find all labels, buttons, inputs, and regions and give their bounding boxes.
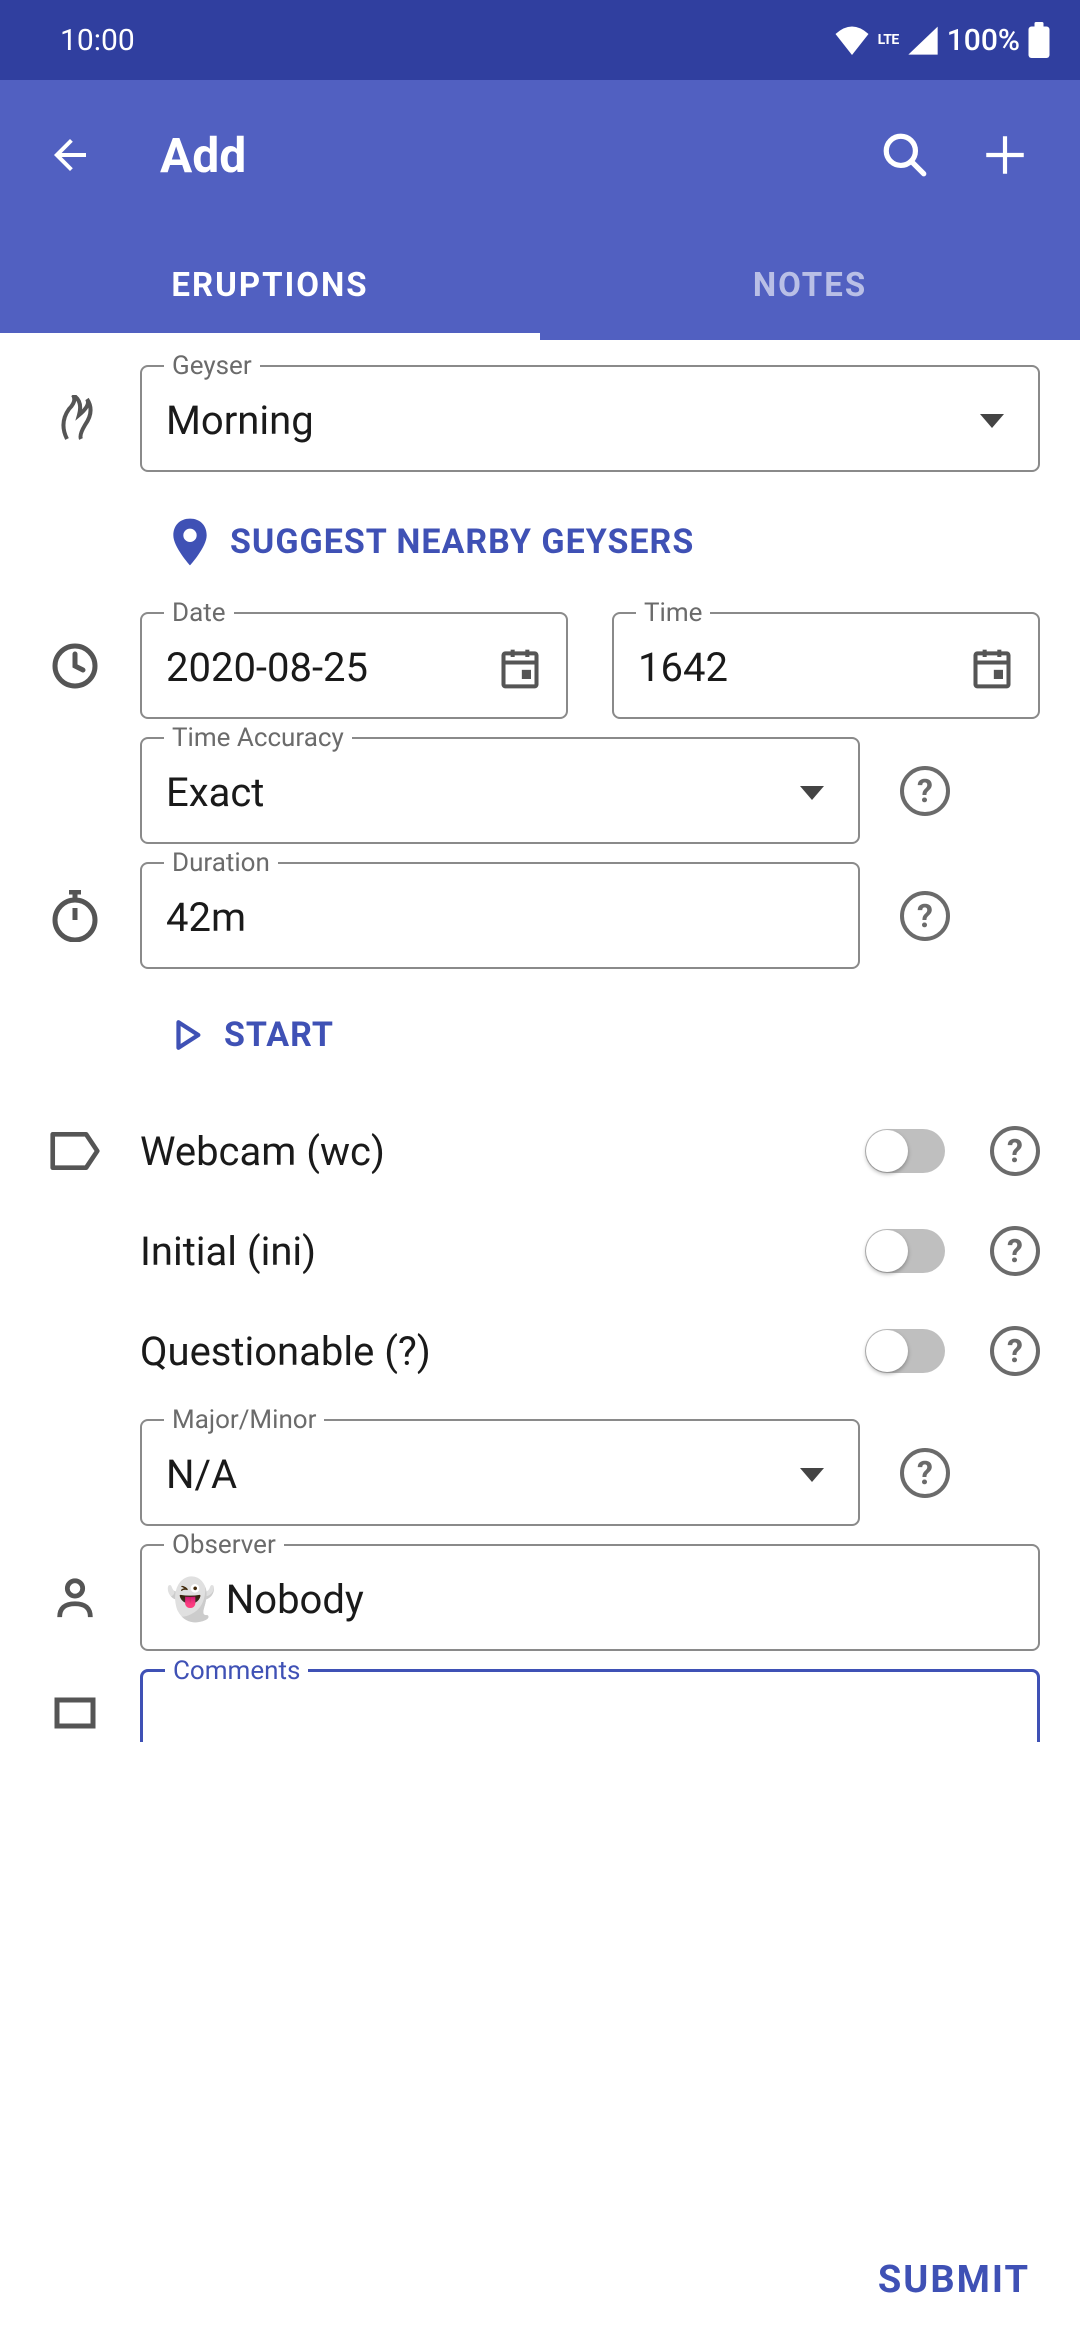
date-value: 2020-08-25 (166, 644, 498, 691)
search-button[interactable] (870, 120, 940, 190)
chevron-down-icon (800, 1468, 824, 1482)
questionable-help[interactable]: ? (990, 1326, 1040, 1376)
battery-pct: 100% (947, 23, 1020, 58)
tabs: ERUPTIONS NOTES (0, 230, 1080, 340)
time-accuracy-label: Time Accuracy (164, 723, 352, 753)
time-field[interactable]: Time 1642 (612, 612, 1040, 719)
webcam-help[interactable]: ? (990, 1126, 1040, 1176)
webcam-switch[interactable] (865, 1129, 945, 1173)
tab-eruptions[interactable]: ERUPTIONS (0, 230, 540, 340)
duration-label: Duration (164, 848, 278, 878)
date-label: Date (164, 598, 234, 628)
calendar-icon (498, 646, 542, 690)
arrow-back-icon (46, 131, 94, 179)
tab-notes[interactable]: NOTES (540, 230, 1080, 340)
time-accuracy-help[interactable]: ? (900, 766, 950, 816)
webcam-label: Webcam (wc) (140, 1128, 865, 1175)
submit-button[interactable]: SUBMIT (878, 2258, 1030, 2302)
wifi-icon (834, 25, 870, 55)
play-icon (170, 1018, 204, 1052)
questionable-switch[interactable] (865, 1329, 945, 1373)
suggest-label: SUGGEST NEARBY GEYSERS (230, 522, 694, 562)
app-bar: Add ERUPTIONS NOTES (0, 80, 1080, 340)
chevron-down-icon (800, 786, 824, 800)
duration-field[interactable]: Duration 42m (140, 862, 860, 969)
initial-help[interactable]: ? (990, 1226, 1040, 1276)
plus-icon (980, 130, 1030, 180)
time-accuracy-select[interactable]: Time Accuracy Exact (140, 737, 860, 844)
clock-icon (40, 642, 110, 690)
observer-field[interactable]: Observer 👻 Nobody (140, 1544, 1040, 1651)
person-icon (40, 1575, 110, 1621)
add-button[interactable] (970, 120, 1040, 190)
observer-label: Observer (164, 1530, 284, 1560)
submit-bar: SUBMIT (0, 2220, 1080, 2340)
geyser-label: Geyser (164, 351, 260, 381)
comments-label: Comments (165, 1656, 308, 1686)
geyser-value: Morning (166, 397, 980, 444)
initial-switch[interactable] (865, 1229, 945, 1273)
questionable-label: Questionable (?) (140, 1328, 865, 1375)
back-button[interactable] (40, 125, 100, 185)
date-field[interactable]: Date 2020-08-25 (140, 612, 568, 719)
comment-icon (40, 1694, 110, 1742)
location-icon (170, 518, 210, 566)
comments-field[interactable]: Comments (140, 1669, 1040, 1742)
search-icon (880, 130, 930, 180)
calendar-icon (970, 646, 1014, 690)
geyser-select[interactable]: Geyser Morning (140, 365, 1040, 472)
chevron-down-icon (980, 414, 1004, 428)
major-minor-value: N/A (166, 1451, 800, 1498)
status-bar: 10:00 LTE 100% (0, 0, 1080, 80)
major-minor-select[interactable]: Major/Minor N/A (140, 1419, 860, 1526)
major-minor-help[interactable]: ? (900, 1448, 950, 1498)
stopwatch-icon (40, 890, 110, 942)
page-title: Add (160, 127, 840, 184)
time-label: Time (636, 598, 710, 628)
network-label: LTE (878, 32, 899, 48)
suggest-geysers-button[interactable]: SUGGEST NEARBY GEYSERS (140, 490, 1040, 594)
time-value: 1642 (638, 644, 970, 691)
battery-icon (1028, 22, 1050, 58)
start-label: START (224, 1015, 334, 1055)
tag-icon (40, 1129, 110, 1173)
observer-value: 👻 Nobody (166, 1576, 1014, 1623)
duration-value: 42m (166, 894, 834, 941)
major-minor-label: Major/Minor (164, 1405, 324, 1435)
start-button[interactable]: START (140, 987, 1040, 1083)
form-content: Geyser Morning SUGGEST NEARBY GEYSERS Da… (0, 340, 1080, 2220)
clock: 10:00 (60, 23, 135, 58)
status-right: LTE 100% (834, 22, 1050, 58)
initial-label: Initial (ini) (140, 1228, 865, 1275)
geyser-icon (40, 395, 110, 443)
time-accuracy-value: Exact (166, 769, 800, 816)
signal-icon (907, 25, 939, 55)
duration-help[interactable]: ? (900, 891, 950, 941)
